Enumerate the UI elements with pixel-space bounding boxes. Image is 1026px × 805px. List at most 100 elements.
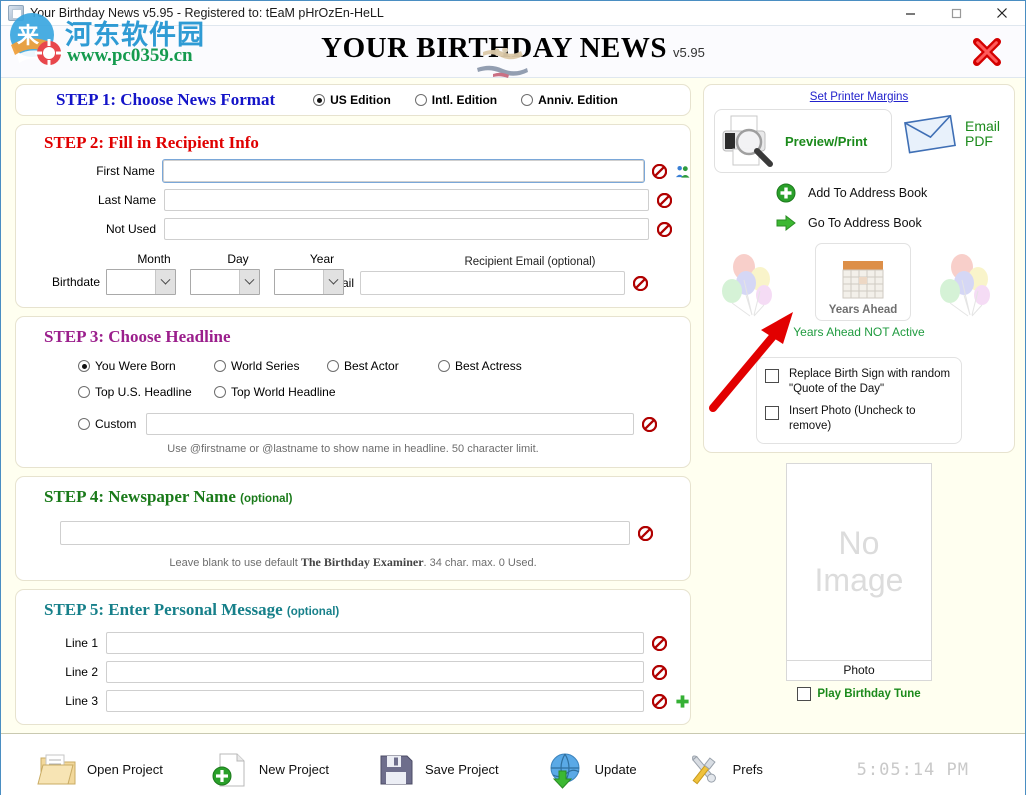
email-pdf-button[interactable]: Email PDF (903, 113, 1000, 155)
years-ahead-label: Years Ahead (829, 304, 898, 316)
step4-hint-default: The Birthday Examiner (301, 555, 424, 569)
go-to-address-book-button[interactable]: Go To Address Book (776, 213, 1014, 233)
radio-custom-headline[interactable]: Custom (78, 417, 146, 431)
new-project-button[interactable]: New Project (209, 749, 329, 791)
photo-placeholder-line2: Image (815, 562, 904, 599)
news-format-radio-group: US Edition Intl. Edition Anniv. Edition (313, 93, 618, 107)
balloons-left-icon (718, 253, 790, 321)
add-line-icon[interactable] (675, 694, 690, 709)
clear-field-icon[interactable] (633, 276, 648, 291)
clear-field-icon[interactable] (638, 526, 653, 541)
last-name-input[interactable] (164, 189, 649, 211)
radio-intl-edition[interactable]: Intl. Edition (415, 93, 497, 107)
step4-hint-after: . 34 char. max. 0 Used. (424, 557, 537, 569)
update-button[interactable]: Update (545, 749, 637, 791)
message-line2-label: Line 2 (16, 665, 106, 679)
photo-dropzone[interactable]: No Image (786, 463, 932, 661)
radio-you-were-born-label: You Were Born (95, 359, 176, 373)
close-button[interactable] (979, 1, 1025, 26)
bottom-toolbar: Open Project New Project Save Project (1, 733, 1025, 805)
radio-us-edition-label: US Edition (330, 93, 391, 107)
exit-app-icon[interactable] (969, 35, 1005, 69)
maximize-button[interactable] (933, 1, 979, 26)
banner-title: YOUR BIRTHDAY NEWSv5.95 (1, 32, 1025, 65)
radio-dot-icon (78, 418, 90, 430)
floppy-disk-icon (375, 749, 417, 791)
preview-print-button[interactable]: Preview/Print (714, 109, 892, 173)
month-select[interactable] (106, 269, 176, 295)
chevron-down-icon (323, 270, 343, 294)
step1-title: STEP 1: Choose News Format (56, 90, 275, 110)
step2-title: STEP 2: Fill in Recipient Info (44, 133, 690, 153)
replace-birth-sign-label: Replace Birth Sign with random "Quote of… (789, 367, 953, 397)
radio-dot-icon (415, 94, 427, 106)
message-line3-input[interactable] (106, 690, 644, 712)
clear-field-icon[interactable] (657, 193, 672, 208)
year-select[interactable] (274, 269, 344, 295)
clear-field-icon[interactable] (652, 665, 667, 680)
envelope-icon (903, 113, 959, 155)
play-birthday-tune-row[interactable]: Play Birthday Tune (703, 687, 1015, 701)
step3-panel: STEP 3: Choose Headline You Were Born Wo… (15, 316, 691, 468)
first-name-input[interactable] (163, 160, 644, 182)
open-project-button[interactable]: Open Project (37, 749, 163, 791)
step4-hint-before: Leave blank to use default (169, 557, 300, 569)
not-used-input[interactable] (164, 218, 649, 240)
replace-birth-sign-checkbox[interactable] (765, 369, 779, 383)
radio-custom-headline-label: Custom (95, 417, 136, 431)
radio-dot-icon (78, 386, 90, 398)
set-printer-margins-link[interactable]: Set Printer Margins (704, 91, 1014, 103)
radio-top-world-headline[interactable]: Top World Headline (214, 385, 336, 399)
preview-print-label: Preview/Print (785, 134, 867, 149)
step5-title: STEP 5: Enter Personal Message (optional… (44, 600, 690, 620)
add-to-address-book-button[interactable]: Add To Address Book (776, 183, 1014, 203)
radio-you-were-born[interactable]: You Were Born (78, 359, 214, 373)
years-ahead-block: Years Ahead Years Ahead NOT Active (704, 239, 1014, 351)
step5-panel: STEP 5: Enter Personal Message (optional… (15, 589, 691, 725)
radio-best-actor[interactable]: Best Actor (327, 359, 438, 373)
clear-field-icon[interactable] (652, 164, 667, 179)
tools-wrench-screwdriver-icon (683, 749, 725, 791)
not-used-label: Not Used (16, 222, 164, 236)
add-to-address-book-label: Add To Address Book (808, 186, 927, 200)
address-book-people-icon[interactable] (675, 164, 690, 179)
clear-field-icon[interactable] (652, 636, 667, 651)
arrow-right-icon (776, 213, 796, 233)
prefs-button[interactable]: Prefs (683, 749, 763, 791)
radio-top-us-headline[interactable]: Top U.S. Headline (78, 385, 214, 399)
step4-panel: STEP 4: Newspaper Name (optional) Leave … (15, 476, 691, 581)
step2-panel: STEP 2: Fill in Recipient Info First Nam… (15, 124, 691, 308)
replace-birth-sign-checkbox-row[interactable]: Replace Birth Sign with random "Quote of… (765, 367, 953, 397)
message-line1-input[interactable] (106, 632, 644, 654)
newspaper-name-input[interactable] (60, 521, 630, 545)
clear-field-icon[interactable] (642, 417, 657, 432)
step1-panel: STEP 1: Choose News Format US Edition In… (15, 84, 691, 116)
radio-world-series[interactable]: World Series (214, 359, 327, 373)
play-birthday-tune-checkbox[interactable] (797, 687, 811, 701)
save-project-button[interactable]: Save Project (375, 749, 499, 791)
insert-photo-label: Insert Photo (Uncheck to remove) (789, 404, 953, 434)
headline-radio-row-2: Top U.S. Headline Top World Headline (16, 385, 690, 399)
custom-headline-input[interactable] (146, 413, 634, 435)
radio-world-series-label: World Series (231, 359, 299, 373)
window-title: Your Birthday News v5.95 - Registered to… (30, 6, 384, 20)
insert-photo-checkbox-row[interactable]: Insert Photo (Uncheck to remove) (765, 404, 953, 434)
email-input[interactable] (360, 271, 625, 295)
radio-top-world-headline-label: Top World Headline (231, 385, 336, 399)
clear-field-icon[interactable] (657, 222, 672, 237)
message-line1-label: Line 1 (16, 636, 106, 650)
message-line3-label: Line 3 (16, 694, 106, 708)
radio-us-edition[interactable]: US Edition (313, 93, 391, 107)
balloons-right-icon (932, 253, 1004, 321)
radio-best-actress[interactable]: Best Actress (438, 359, 522, 373)
minimize-button[interactable] (887, 1, 933, 26)
years-ahead-button[interactable]: Years Ahead (815, 243, 911, 321)
radio-anniv-edition[interactable]: Anniv. Edition (521, 93, 618, 107)
banner-version: v5.95 (673, 45, 705, 60)
application-window: Your Birthday News v5.95 - Registered to… (0, 0, 1026, 795)
message-line2-input[interactable] (106, 661, 644, 683)
insert-photo-checkbox[interactable] (765, 406, 779, 420)
new-document-icon (209, 749, 251, 791)
clear-field-icon[interactable] (652, 694, 667, 709)
day-select[interactable] (190, 269, 260, 295)
